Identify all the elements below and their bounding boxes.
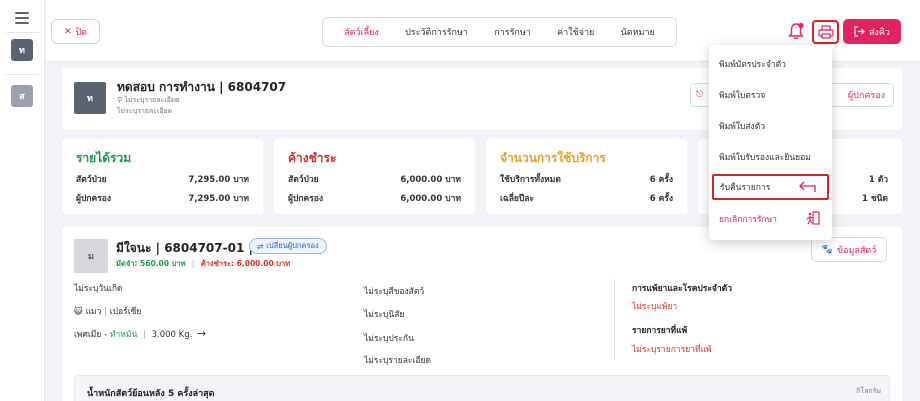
cat-icon: 😺 (74, 307, 83, 317)
tab-pet[interactable]: สัตว์เลี้ยง (344, 25, 379, 39)
income-row: ผู้ปกครอง 7,295.00 บาท (76, 194, 249, 204)
arrow-right-icon: → (197, 327, 207, 340)
drug-allergy-title: รายการยาที่แพ้ (632, 326, 688, 336)
print-button[interactable] (812, 20, 839, 44)
owner-avatar: ท (74, 82, 106, 114)
menu-print-referral[interactable]: พิมพ์ใบส่งตัว (709, 113, 832, 139)
outstanding-row: สัตว์ป่วย 6,000.00 บาท (288, 175, 461, 185)
send-queue-button[interactable]: ส่งคิว (843, 19, 901, 44)
divider (6, 32, 39, 33)
weight-history-title: น้ำหนักสัตว์ย้อนหลัง 5 ครั้งล่าสุด (87, 389, 215, 399)
tab-treatment[interactable]: การรักษา (494, 25, 531, 39)
pet-detail: ไม่ระบุรายละเอียด (364, 356, 432, 366)
exit-door-icon (806, 211, 820, 225)
income-row: สัตว์ป่วย 7,295.00 บาท (76, 175, 249, 185)
visits-card: จำนวนการใช้บริการ ใช้บริการทั้งหมด 6 ครั้… (486, 139, 687, 214)
menu-print-certificate[interactable]: พิมพ์ใบรับรองและยินยอม (709, 144, 832, 170)
menu-cancel-treatment[interactable]: ยกเลิกการรักษา (709, 206, 832, 232)
rail-pet-avatar[interactable]: ส (11, 85, 33, 107)
rail-patient-avatar[interactable]: ท (11, 39, 33, 61)
send-icon (854, 26, 865, 37)
income-title: รายได้รวม (76, 151, 132, 165)
print-menu: พิมพ์บัตรประจำตัว พิมพ์ใบตรวจ พิมพ์ใบส่ง… (709, 45, 832, 240)
printer-icon (817, 25, 834, 39)
pet-avatar: ม (74, 239, 108, 273)
action-icon: ⎋ (696, 90, 704, 100)
visits-row: ใช้บริการทั้งหมด 6 ครั้ง (500, 175, 673, 185)
send-label: ส่งคิว (869, 27, 890, 38)
return-arrow-icon (799, 181, 816, 192)
allergy-title: การแพ้ยาและโรคประจำตัว (632, 284, 732, 294)
menu-icon[interactable] (15, 12, 29, 27)
pet-card: ม มีใจนะ | 6804707-01 | ⇄ เปลี่ยนผู้ปกคร… (62, 227, 902, 401)
pet-color: ไม่ระบุสีของสัตว์ (364, 287, 425, 297)
owner-detail: ไม่ระบุรายละเอียด (117, 107, 173, 115)
divider (6, 74, 39, 75)
pet-sex-weight: เพศเมีย - ทำหมัน | 3.000 Kg. → (74, 327, 207, 340)
pet-finance: มัดจำ: 560.00 บาท | ค้างชำระ: 6,000.00 บ… (116, 259, 291, 268)
pet-insurance: ไม่ระบุประกัน (364, 334, 414, 344)
tab-bar: สัตว์เลี้ยง ประวัติการรักษา การรักษา ค่า… (322, 17, 677, 47)
pet-outstanding: ค้างชำระ: 6,000.00 บาท (200, 259, 291, 268)
outstanding-row: ผู้ปกครอง 6,000.00 บาท (288, 194, 461, 204)
weight-history-panel: น้ำหนักสัตว์ย้อนหลัง 5 ครั้งล่าสุด กิโลก… (74, 375, 890, 401)
allergy-value: ไม่ระบุแพ้ยา (632, 302, 678, 312)
divider (614, 279, 615, 359)
tab-history[interactable]: ประวัติการรักษา (405, 25, 468, 39)
owner-address: ⚲ ไม่ระบุรายละเอียด (117, 96, 180, 104)
drug-allergy-value: ไม่ระบุรายการยาที่แพ้ (632, 345, 712, 355)
paw-icon: 🐾 (821, 244, 833, 255)
pet-info-button[interactable]: 🐾 ข้อมูลสัตว์ (811, 237, 887, 262)
location-icon: ⚲ (117, 96, 123, 104)
pet-species: 😺 แมว | เปอร์เซีย (74, 307, 142, 317)
tab-appointments[interactable]: นัดหมาย (621, 25, 655, 39)
income-card: รายได้รวม สัตว์ป่วย 7,295.00 บาท ผู้ปกครอ… (62, 139, 263, 214)
visits-title: จำนวนการใช้บริการ (500, 151, 606, 165)
weight-unit: กิโลกรัม (856, 387, 881, 395)
menu-return-items[interactable]: รับคืนรายการ (712, 174, 829, 200)
menu-print-id-card[interactable]: พิมพ์บัตรประจำตัว (709, 51, 832, 77)
outstanding-title: ค้างชำระ (288, 151, 337, 165)
menu-print-exam[interactable]: พิมพ์ใบตรวจ (709, 82, 832, 108)
swap-icon: ⇄ (257, 241, 264, 251)
tab-expenses[interactable]: ค่าใช้จ่าย (557, 25, 594, 39)
left-rail: ท ส (0, 0, 45, 401)
pet-deposit: มัดจำ: 560.00 บาท (116, 259, 186, 268)
pet-birth: ไม่ระบุวันเกิด (74, 284, 123, 294)
close-icon: ✕ (63, 26, 72, 37)
close-button[interactable]: ✕ ปิด (51, 19, 100, 44)
pet-temper: ไม่ระบุนิสัย (364, 310, 405, 320)
bell-icon[interactable] (787, 21, 805, 41)
close-label: ปิด (75, 27, 88, 38)
outstanding-card: ค้างชำระ สัตว์ป่วย 6,000.00 บาท ผู้ปกครอง… (274, 139, 475, 214)
change-guardian-button[interactable]: ⇄ เปลี่ยนผู้ปกครอง (249, 238, 327, 254)
pet-name: มีใจนะ | 6804707-01 | (116, 241, 253, 255)
visits-row: เฉลี่ยปีละ 6 ครั้ง (500, 194, 673, 204)
